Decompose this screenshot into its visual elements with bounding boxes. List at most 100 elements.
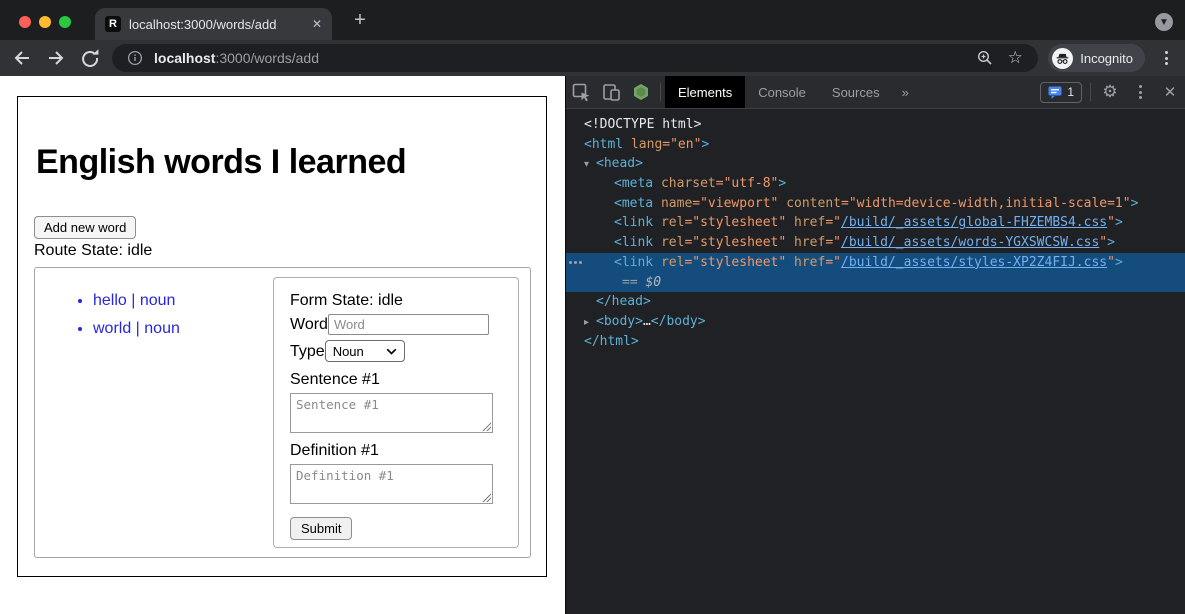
tab-title: localhost:3000/words/add bbox=[129, 17, 304, 32]
new-tab-button[interactable]: + bbox=[349, 9, 371, 31]
page-viewport: English words I learned Add new word Rou… bbox=[0, 76, 565, 614]
add-word-form: Form State: idle Word Type Noun Sentence… bbox=[273, 277, 519, 548]
browser-menu-icon[interactable] bbox=[1157, 51, 1175, 65]
code-token: </head> bbox=[596, 294, 651, 309]
code-token: ="stylesheet" bbox=[684, 255, 786, 270]
address-bar[interactable]: localhost:3000/words/add ☆ bbox=[112, 44, 1038, 72]
sentence-textarea[interactable]: Sentence #1 bbox=[290, 393, 493, 433]
close-window-button[interactable] bbox=[19, 16, 31, 28]
code-token: ="width=device-width,initial-scale=1" bbox=[841, 196, 1131, 211]
code-token: ="stylesheet" bbox=[684, 215, 786, 230]
device-toolbar-icon[interactable] bbox=[596, 76, 626, 108]
page-zoom-icon[interactable] bbox=[974, 47, 996, 69]
code-token: lang bbox=[631, 137, 662, 152]
code-token bbox=[786, 255, 794, 270]
code-token: $0 bbox=[645, 275, 661, 290]
code-token: <body> bbox=[596, 314, 643, 329]
devtools-tab-sources[interactable]: Sources bbox=[819, 76, 893, 108]
type-select[interactable]: Noun bbox=[325, 340, 405, 362]
minimize-window-button[interactable] bbox=[39, 16, 51, 28]
dom-tree-line[interactable]: <link rel="stylesheet" href="/build/_ass… bbox=[566, 233, 1185, 253]
devtools-close-icon[interactable]: ✕ bbox=[1155, 76, 1185, 108]
definition-textarea[interactable]: Definition #1 bbox=[290, 464, 493, 504]
inspect-element-icon[interactable] bbox=[566, 76, 596, 108]
code-token: rel bbox=[661, 255, 684, 270]
code-token: <link bbox=[614, 215, 653, 230]
dom-tree-line[interactable]: ▾<head> bbox=[566, 154, 1185, 174]
devtools-toolbar: ElementsConsoleSources » 1 ⚙ ✕ bbox=[566, 76, 1185, 109]
dom-tree-line[interactable]: <link rel="stylesheet" href="/build/_ass… bbox=[566, 253, 1185, 273]
extension-hexagon-icon[interactable] bbox=[626, 76, 656, 108]
issues-counter[interactable]: 1 bbox=[1040, 82, 1082, 103]
add-new-word-button[interactable]: Add new word bbox=[34, 216, 136, 239]
word-input[interactable] bbox=[328, 314, 489, 335]
dom-tree-line[interactable]: <link rel="stylesheet" href="/build/_ass… bbox=[566, 213, 1185, 233]
issues-bubble-icon bbox=[1048, 86, 1062, 99]
more-tabs-icon[interactable]: » bbox=[893, 76, 918, 108]
type-label: Type bbox=[290, 341, 325, 362]
zoom-window-button[interactable] bbox=[59, 16, 71, 28]
word-link[interactable]: hello | noun bbox=[93, 292, 175, 309]
word-link[interactable]: world | noun bbox=[93, 320, 180, 337]
code-token: href bbox=[794, 235, 825, 250]
resize-grip-icon[interactable] bbox=[482, 422, 491, 431]
dom-tree-line[interactable]: <meta charset="utf-8"> bbox=[566, 174, 1185, 194]
code-token: <head> bbox=[596, 156, 643, 171]
back-icon[interactable] bbox=[10, 46, 34, 70]
tab-search-chevron-icon[interactable]: ▼ bbox=[1155, 13, 1173, 31]
reload-icon[interactable] bbox=[78, 46, 102, 70]
code-token: content bbox=[786, 196, 841, 211]
word-label: Word bbox=[290, 314, 328, 335]
code-token: " bbox=[1099, 235, 1107, 250]
code-token: ="viewport" bbox=[692, 196, 778, 211]
code-token: <meta bbox=[614, 196, 653, 211]
devtools-menu-icon[interactable] bbox=[1125, 76, 1155, 108]
code-token: =" bbox=[825, 215, 841, 230]
code-token bbox=[623, 137, 631, 152]
site-info-icon[interactable] bbox=[124, 47, 146, 69]
definition-placeholder: Definition #1 bbox=[296, 468, 394, 483]
chevron-down-icon bbox=[386, 348, 397, 355]
code-token: … bbox=[643, 314, 651, 329]
bookmark-star-icon[interactable]: ☆ bbox=[1004, 47, 1026, 69]
incognito-label: Incognito bbox=[1080, 51, 1133, 66]
word-list-item: hello | noun bbox=[93, 292, 180, 310]
dom-tree-line[interactable]: <html lang="en"> bbox=[566, 135, 1185, 155]
dom-tree-line[interactable]: == $0 bbox=[566, 273, 1185, 293]
dom-tree-line[interactable]: </head> bbox=[566, 292, 1185, 312]
code-token: <link bbox=[614, 255, 653, 270]
resize-grip-icon[interactable] bbox=[482, 493, 491, 502]
devtools-tab-elements[interactable]: Elements bbox=[665, 76, 745, 108]
browser-tab[interactable]: R localhost:3000/words/add ✕ bbox=[95, 8, 332, 40]
code-token: </body> bbox=[651, 314, 706, 329]
code-token: > bbox=[1107, 235, 1115, 250]
code-token: == bbox=[622, 275, 645, 290]
dom-tree-line[interactable]: <!DOCTYPE html> bbox=[566, 115, 1185, 135]
code-token: rel bbox=[661, 215, 684, 230]
settings-gear-icon[interactable]: ⚙ bbox=[1095, 76, 1125, 108]
sentence-label: Sentence #1 bbox=[290, 370, 502, 389]
words-panel: hello | noun world | noun Form State: idl… bbox=[34, 267, 531, 558]
code-token: href bbox=[794, 215, 825, 230]
code-token bbox=[653, 255, 661, 270]
toolbar-spacer bbox=[918, 76, 1040, 108]
browser-toolbar: localhost:3000/words/add ☆ Incognito bbox=[0, 40, 1185, 76]
code-token: " bbox=[1107, 255, 1115, 270]
dom-tree-line[interactable]: </html> bbox=[566, 332, 1185, 352]
tab-close-icon[interactable]: ✕ bbox=[312, 17, 322, 31]
url-text: localhost:3000/words/add bbox=[154, 50, 319, 66]
issues-count: 1 bbox=[1067, 85, 1074, 99]
sentence-placeholder: Sentence #1 bbox=[296, 397, 379, 412]
forward-icon[interactable] bbox=[44, 46, 68, 70]
expand-arrow-icon[interactable]: ▾ bbox=[584, 155, 596, 175]
remix-favicon-icon: R bbox=[105, 16, 121, 32]
collapse-arrow-icon[interactable]: ▸ bbox=[584, 313, 596, 333]
submit-button[interactable]: Submit bbox=[290, 517, 352, 540]
code-token: ="stylesheet" bbox=[684, 235, 786, 250]
overflow-dots-icon[interactable] bbox=[569, 261, 582, 264]
code-token bbox=[653, 215, 661, 230]
code-token: ="en" bbox=[662, 137, 701, 152]
devtools-tab-console[interactable]: Console bbox=[745, 76, 819, 108]
dom-tree-line[interactable]: <meta name="viewport" content="width=dev… bbox=[566, 194, 1185, 214]
dom-tree-line[interactable]: ▸<body>…</body> bbox=[566, 312, 1185, 332]
